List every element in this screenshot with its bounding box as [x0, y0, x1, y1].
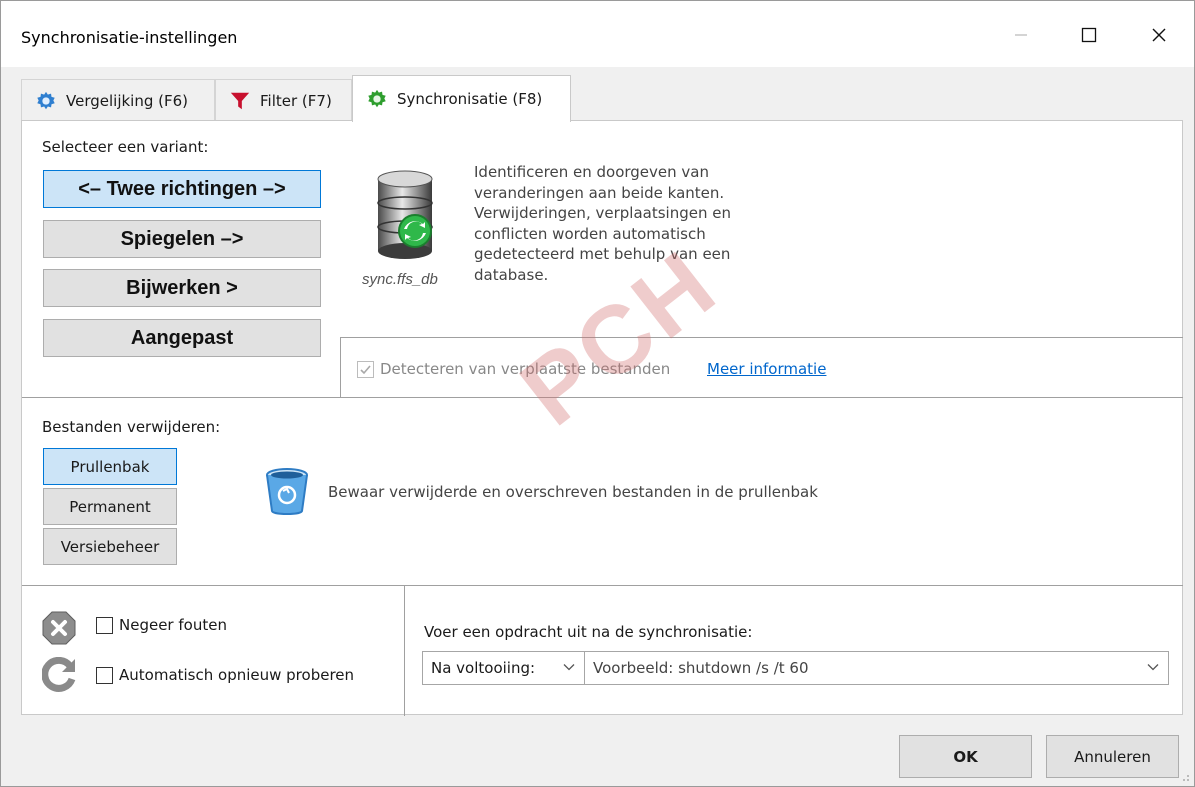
deletion-heading: Bestanden verwijderen: — [42, 418, 221, 436]
window-title: Synchronisatie-instellingen — [21, 28, 238, 47]
database-sync-icon — [377, 170, 433, 259]
tab-filter[interactable]: Filter (F7) — [215, 79, 352, 121]
recycle-bin-icon — [266, 468, 308, 515]
cancel-button[interactable]: Annuleren — [1046, 735, 1179, 778]
post-sync-when-value: Na voltooiing: — [431, 659, 536, 677]
gear-icon — [34, 89, 58, 113]
divider — [340, 337, 1183, 338]
deletion-recycle-bin-button[interactable]: Prullenbak — [43, 448, 177, 485]
settings-dialog: Synchronisatie-instellingen Vergelijking… — [0, 0, 1195, 787]
tab-synchronization[interactable]: Synchronisatie (F8) — [352, 75, 571, 122]
deletion-permanent-button[interactable]: Permanent — [43, 488, 177, 525]
tab-label: Synchronisatie (F8) — [397, 90, 543, 108]
database-caption: sync.ffs_db — [362, 271, 438, 288]
ok-button[interactable]: OK — [899, 735, 1032, 778]
ignore-errors-checkbox[interactable] — [96, 617, 113, 634]
chevron-down-icon — [1147, 664, 1159, 671]
funnel-icon — [228, 89, 252, 113]
retry-icon — [42, 657, 76, 692]
resize-grip-icon[interactable] — [1178, 770, 1190, 782]
divider — [404, 586, 405, 716]
variant-two-way-button[interactable]: <– Twee richtingen –> — [43, 170, 321, 208]
post-sync-command-placeholder: Voorbeeld: shutdown /s /t 60 — [593, 659, 809, 677]
tab-comparison[interactable]: Vergelijking (F6) — [21, 79, 215, 121]
tab-panel-synchronization: Selecteer een variant: <– Twee richtinge… — [21, 120, 1183, 716]
close-button[interactable] — [1139, 19, 1179, 51]
detect-moved-checkbox[interactable] — [357, 361, 374, 378]
maximize-icon — [1081, 27, 1097, 43]
ignore-errors-label: Negeer fouten — [119, 616, 227, 634]
title-bar: Synchronisatie-instellingen — [1, 1, 1194, 67]
variant-description: Identificeren en doorgeven van veranderi… — [474, 163, 731, 284]
deletion-description: Bewaar verwijderde en overschreven besta… — [328, 483, 818, 501]
post-sync-when-select[interactable]: Na voltooiing: — [422, 651, 585, 685]
variant-heading: Selecteer een variant: — [42, 138, 209, 156]
divider — [340, 337, 341, 397]
divider — [22, 585, 1183, 586]
more-info-link[interactable]: Meer informatie — [707, 360, 826, 378]
gear-icon — [365, 87, 389, 111]
divider — [22, 397, 1183, 398]
tab-label: Filter (F7) — [260, 91, 332, 110]
auto-retry-label: Automatisch opnieuw proberen — [119, 666, 355, 684]
maximize-button[interactable] — [1069, 19, 1109, 51]
chevron-down-icon — [563, 664, 575, 671]
error-x-icon — [42, 611, 76, 645]
variant-update-button[interactable]: Bijwerken > — [43, 269, 321, 307]
minimize-button[interactable] — [1001, 19, 1041, 51]
tab-label: Vergelijking (F6) — [66, 91, 189, 110]
variant-custom-button[interactable]: Aangepast — [43, 319, 321, 357]
post-sync-command-combobox[interactable]: Voorbeeld: shutdown /s /t 60 — [584, 651, 1169, 685]
post-sync-command-label: Voer een opdracht uit na de synchronisat… — [424, 623, 753, 641]
minimize-icon — [1015, 34, 1027, 36]
deletion-versioning-button[interactable]: Versiebeheer — [43, 528, 177, 565]
checkmark-icon — [360, 365, 371, 375]
close-icon — [1152, 28, 1166, 42]
auto-retry-checkbox[interactable] — [96, 667, 113, 684]
detect-moved-label: Detecteren van verplaatste bestanden — [380, 360, 671, 378]
variant-mirror-button[interactable]: Spiegelen –> — [43, 220, 321, 258]
